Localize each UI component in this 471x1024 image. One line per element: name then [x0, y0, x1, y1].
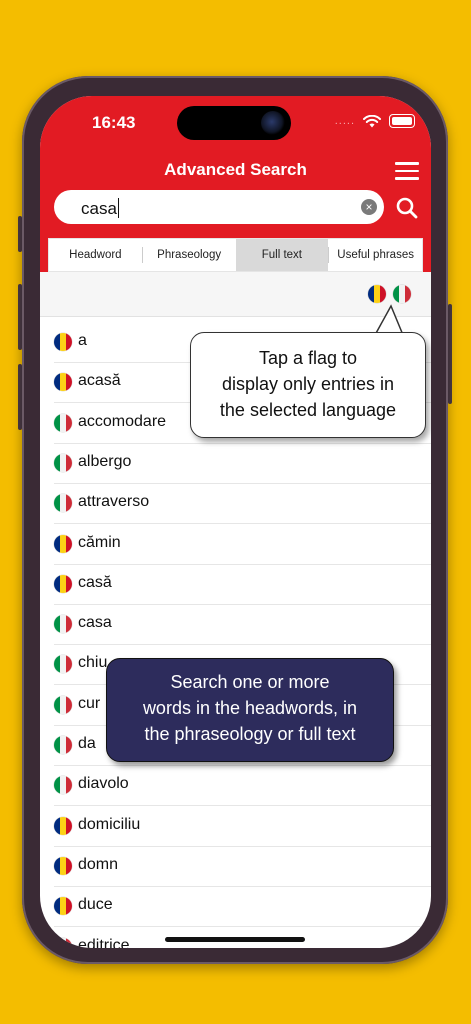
status-time: 16:43	[92, 113, 136, 132]
headword: cămin	[78, 533, 121, 551]
tooltip-line: Search one or more	[170, 672, 330, 692]
italian-flag-icon	[54, 615, 72, 634]
list-item[interactable]: diavolo	[54, 765, 431, 807]
italian-flag-icon	[54, 776, 72, 795]
signal-dots-icon: .....	[334, 115, 355, 127]
headword: albergo	[78, 452, 132, 470]
italian-flag-icon	[54, 736, 72, 754]
headword: accomodare	[78, 412, 167, 430]
headword: diavolo	[78, 775, 129, 793]
list-item[interactable]: albergo	[54, 443, 431, 484]
tab-full-text[interactable]: Full text	[235, 239, 329, 271]
search-icon[interactable]	[395, 196, 419, 220]
tooltip-line: Tap a flag to	[258, 348, 358, 368]
headword: attraverso	[78, 493, 150, 511]
text-caret	[117, 198, 120, 218]
list-item[interactable]: casă	[54, 564, 431, 605]
tooltip-line: the selected language	[219, 400, 397, 420]
page-title: Advanced Search	[164, 160, 307, 179]
camera-icon	[261, 111, 285, 135]
power-button	[448, 304, 452, 404]
romanian-flag-icon	[54, 373, 72, 392]
headword: casă	[78, 573, 112, 591]
romanian-flag-icon	[54, 534, 72, 553]
italian-flag-icon	[54, 937, 72, 948]
home-indicator[interactable]	[165, 937, 305, 942]
italian-flag-icon	[54, 413, 72, 432]
italian-flag-icon	[54, 494, 72, 513]
romanian-flag-icon	[54, 333, 72, 351]
italian-flag-icon	[54, 695, 72, 714]
dynamic-island	[177, 106, 291, 140]
romanian-flag-filter-icon[interactable]	[368, 285, 386, 303]
headword: editrice	[78, 936, 130, 949]
headword: da	[78, 735, 96, 752]
app-header: 16:43 ..... Advanced Search casa × Headw…	[40, 96, 431, 272]
headword: cur	[78, 694, 101, 712]
list-item[interactable]: attraverso	[54, 483, 431, 525]
wifi-icon	[363, 114, 381, 127]
clear-icon[interactable]: ×	[361, 199, 377, 215]
headword: domn	[78, 855, 119, 873]
italian-flag-icon	[54, 453, 72, 472]
search-input[interactable]: casa ×	[54, 190, 384, 224]
headword: chiu	[78, 654, 108, 672]
italian-flag-icon	[54, 655, 72, 674]
tooltip-line: display only entries in	[221, 374, 395, 394]
search-help-tooltip: Search one or more words in the headword…	[106, 658, 394, 762]
tab-headword[interactable]: Headword	[49, 239, 142, 271]
tab-phraseology[interactable]: Phraseology	[143, 239, 236, 271]
italian-flag-filter-icon[interactable]	[393, 285, 411, 303]
romanian-flag-icon	[54, 856, 72, 875]
headword: acasă	[78, 372, 121, 390]
status-icons: .....	[335, 114, 415, 128]
headword: casa	[78, 614, 112, 632]
app-screen: 16:43 ..... Advanced Search casa × Headw…	[40, 96, 431, 948]
headword: duce	[78, 896, 113, 914]
headword: a	[78, 332, 87, 349]
list-item[interactable]: domn	[54, 846, 431, 887]
tab-useful-phrases[interactable]: Useful phrases	[329, 239, 422, 271]
headword: domiciliu	[78, 815, 141, 833]
search-mode-tabs: Headword Phraseology Full text Useful ph…	[48, 238, 423, 272]
battery-icon	[389, 114, 415, 128]
list-item[interactable]: cămin	[54, 524, 431, 565]
romanian-flag-icon	[54, 897, 72, 916]
list-item[interactable]: duce	[54, 886, 431, 928]
list-item[interactable]: domiciliu	[54, 806, 431, 847]
flag-filter-tooltip: Tap a flag to display only entries in th…	[190, 332, 426, 438]
tooltip-line: words in the headwords, in	[142, 698, 358, 718]
tooltip-line: the phraseology or full text	[144, 724, 356, 744]
menu-icon[interactable]	[395, 162, 419, 180]
romanian-flag-icon	[54, 574, 72, 593]
romanian-flag-icon	[54, 816, 72, 835]
list-item[interactable]: casa	[54, 604, 431, 646]
search-query-text[interactable]: casa	[81, 198, 120, 219]
